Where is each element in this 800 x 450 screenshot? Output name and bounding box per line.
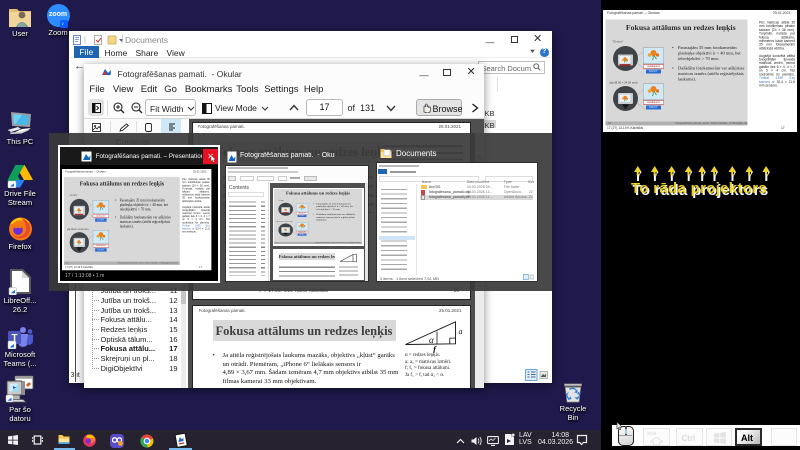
svg-text:a: a (459, 327, 463, 336)
svg-text:f: f (433, 344, 437, 353)
svg-text:α: α (429, 335, 434, 345)
